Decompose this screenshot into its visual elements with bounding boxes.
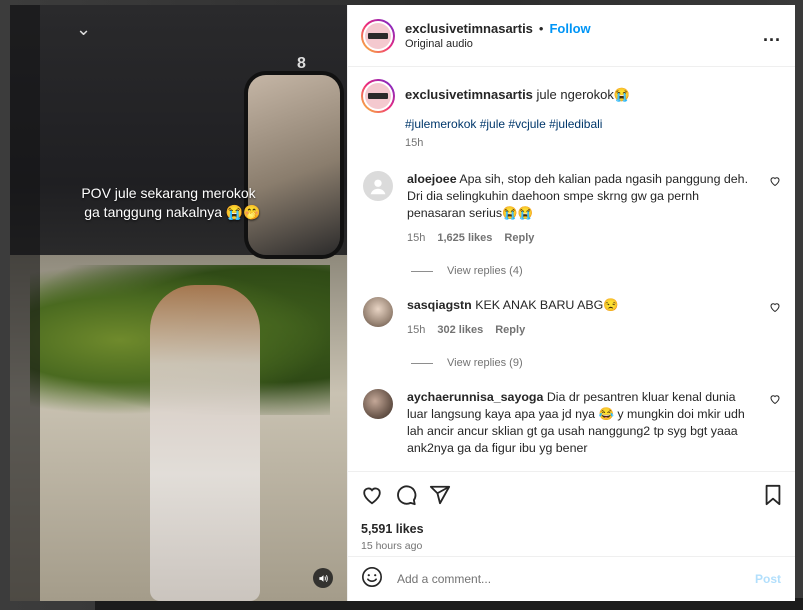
- audio-link[interactable]: Original audio: [405, 38, 763, 50]
- view-replies-button[interactable]: View replies (9): [411, 357, 781, 369]
- video-overlay-line-2: ga tanggung nakalnya 😭🤭: [84, 204, 261, 220]
- post-comment-button[interactable]: Post: [755, 572, 781, 586]
- caption-hashtags[interactable]: #julemerokok #jule #vcjule #juledibali: [405, 117, 630, 131]
- heart-icon: [770, 177, 780, 187]
- commenter-avatar[interactable]: [363, 171, 393, 201]
- comment-text: KEK ANAK BARU ABG😒: [475, 298, 619, 312]
- caption-avatar[interactable]: [361, 79, 395, 113]
- video-edge-shade: [10, 5, 40, 601]
- default-user-icon: [370, 179, 386, 195]
- share-button[interactable]: [429, 484, 451, 506]
- view-replies-label: View replies (4): [447, 265, 523, 277]
- caption-username[interactable]: exclusivetimnasartis: [405, 87, 533, 102]
- video-overlay-line-1: POV jule sekarang merokok: [81, 185, 256, 201]
- author-avatar[interactable]: [361, 18, 395, 53]
- post-timestamp[interactable]: 15 hours ago: [361, 540, 783, 552]
- like-button[interactable]: [361, 484, 383, 506]
- comments-list[interactable]: exclusivetimnasartis jule ngerokok😭 #jul…: [348, 67, 795, 471]
- follow-button[interactable]: Follow: [549, 21, 590, 36]
- comment-username[interactable]: aloejoee: [407, 172, 457, 186]
- post-actions: 5,591 likes 15 hours ago: [348, 471, 795, 556]
- post-modal: ⌄ 8 POV jule sekarang merokok ga tanggun…: [10, 5, 795, 601]
- likes-count[interactable]: 5,591 likes: [361, 522, 783, 536]
- add-comment-bar: Post: [348, 556, 795, 601]
- comment-item: aychaerunnisa_sayoga Dia dr pesantren kl…: [361, 389, 781, 457]
- separator-dot: •: [538, 21, 544, 36]
- paper-plane-icon: [429, 485, 451, 505]
- comment-item: sasqiagstn KEK ANAK BARU ABG😒 15h 302 li…: [361, 297, 781, 339]
- video-person: [150, 285, 260, 601]
- post-header: exclusivetimnasartis • Follow Original a…: [348, 5, 795, 67]
- post-details-panel: exclusivetimnasartis • Follow Original a…: [347, 5, 795, 601]
- comment-input[interactable]: [397, 572, 755, 586]
- post-caption: exclusivetimnasartis jule ngerokok😭 #jul…: [361, 79, 781, 149]
- video-corner-mark: 8: [297, 55, 306, 72]
- comment-time: 15h: [407, 324, 426, 336]
- comment-text: Apa sih, stop deh kalian pada ngasih pan…: [407, 172, 749, 220]
- speaker-icon: [318, 574, 328, 582]
- smiley-icon: [362, 566, 382, 587]
- comment-time: 15h: [407, 232, 426, 244]
- emoji-button[interactable]: [361, 566, 383, 593]
- comment-likes[interactable]: 1,625 likes: [437, 230, 492, 247]
- view-replies-label: View replies (9): [447, 357, 523, 369]
- comment-bubble-icon: [397, 485, 417, 506]
- reply-button[interactable]: Reply: [495, 322, 525, 339]
- view-replies-button[interactable]: View replies (4): [411, 265, 781, 277]
- post-video[interactable]: ⌄ 8 POV jule sekarang merokok ga tanggun…: [10, 5, 347, 601]
- comment-username[interactable]: aychaerunnisa_sayoga: [407, 390, 543, 404]
- commenter-avatar[interactable]: [363, 297, 393, 327]
- bookmark-icon: [765, 484, 781, 506]
- more-options-icon[interactable]: ...: [763, 25, 781, 46]
- commenter-avatar[interactable]: [363, 389, 393, 419]
- chevron-down-icon: ⌄: [76, 19, 92, 39]
- comment-like-button[interactable]: [769, 175, 781, 190]
- video-phone-frame: [248, 75, 340, 255]
- heart-icon: [770, 395, 780, 405]
- reply-button[interactable]: Reply: [504, 230, 534, 247]
- heart-icon: [770, 303, 780, 313]
- mute-toggle-button[interactable]: [313, 568, 333, 588]
- caption-time: 15h: [405, 137, 424, 149]
- comment-like-button[interactable]: [769, 301, 781, 316]
- author-username[interactable]: exclusivetimnasartis: [405, 21, 533, 36]
- caption-text: jule ngerokok😭: [536, 87, 631, 102]
- comment-item: aloejoee Apa sih, stop deh kalian pada n…: [361, 171, 781, 247]
- heart-icon: [363, 487, 381, 505]
- comment-button[interactable]: [395, 484, 417, 506]
- save-button[interactable]: [763, 484, 783, 506]
- comment-likes[interactable]: 302 likes: [437, 322, 483, 339]
- comment-username[interactable]: sasqiagstn: [407, 298, 472, 312]
- comment-like-button[interactable]: [769, 393, 781, 408]
